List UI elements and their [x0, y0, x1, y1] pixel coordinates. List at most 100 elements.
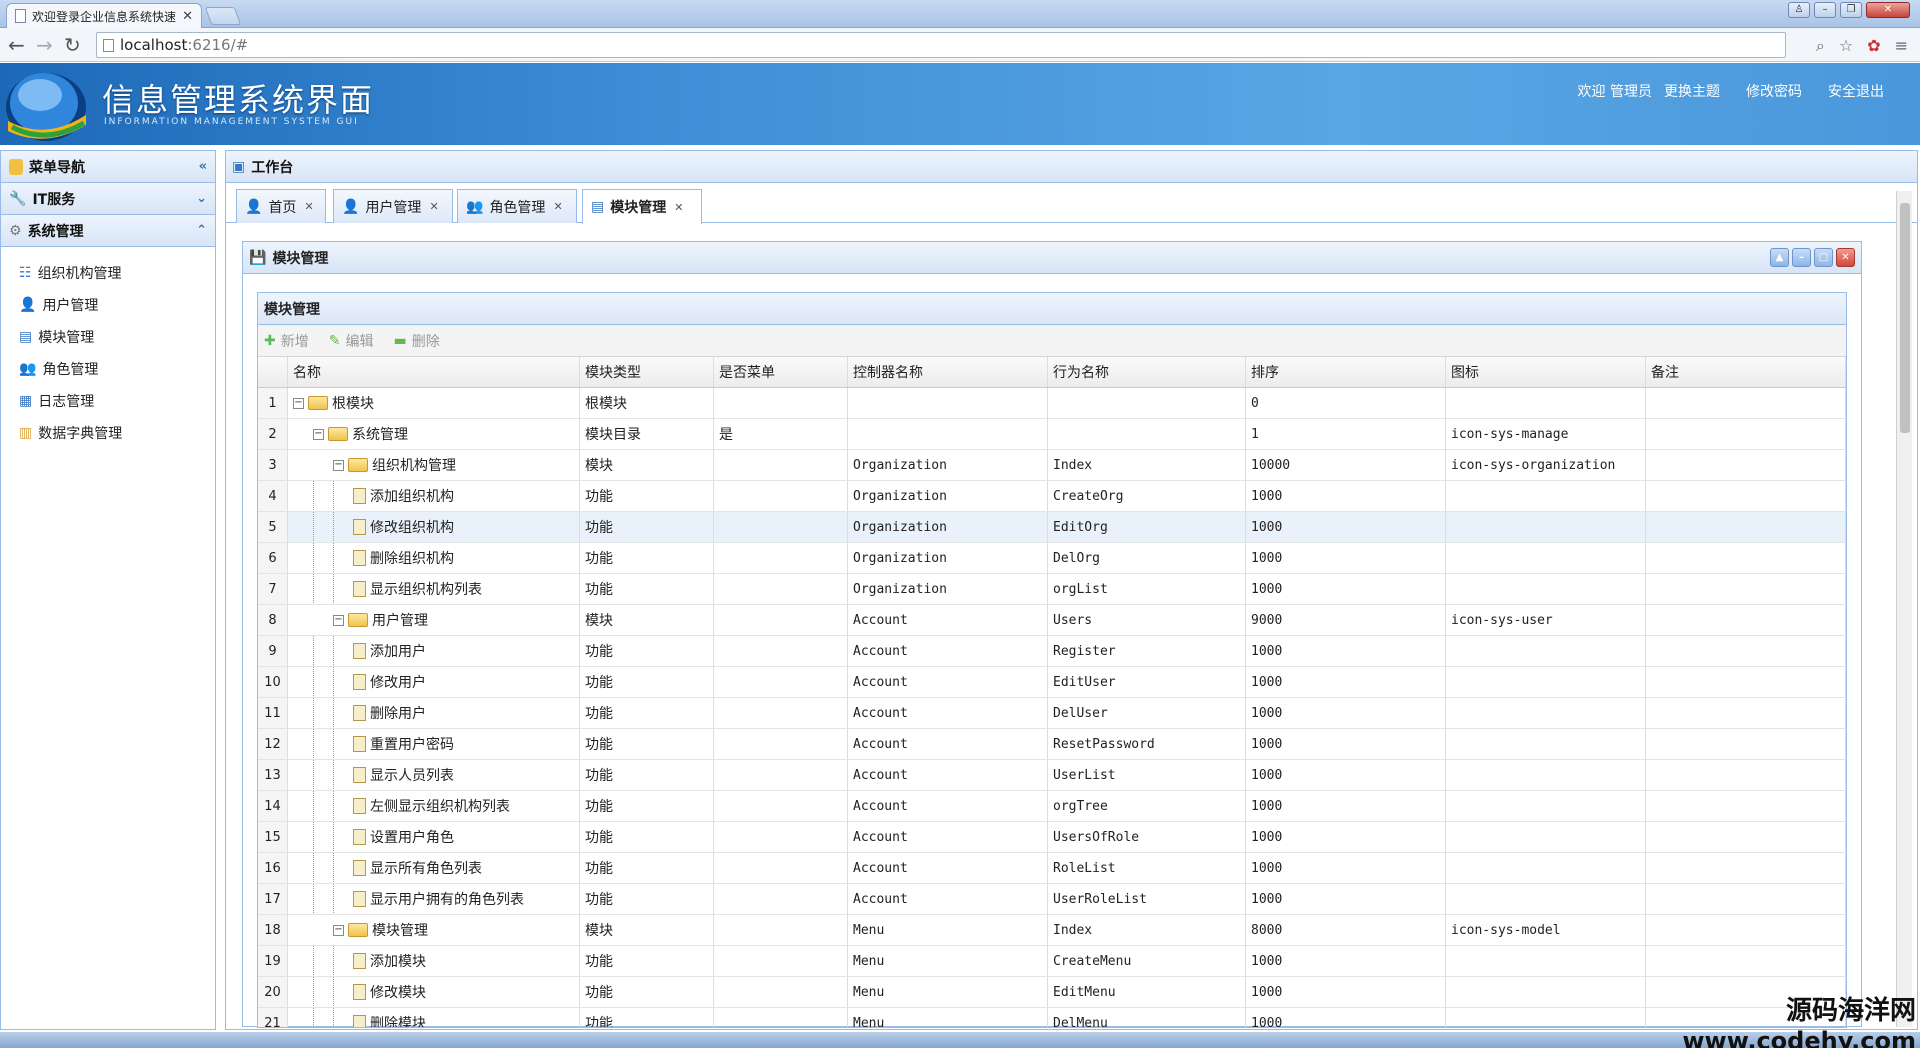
collapse-toggle-icon[interactable]: −	[333, 614, 344, 626]
change-password-link[interactable]: 修改密码	[1746, 81, 1802, 101]
minimize-icon[interactable]: –	[1814, 2, 1836, 18]
collapse-toggle-icon[interactable]: −	[293, 397, 304, 409]
cell-remark	[1646, 388, 1846, 418]
table-row[interactable]: 16 显示所有角色列表 功能 Account RoleList 1000	[258, 853, 1846, 884]
table-row[interactable]: 1− 根模块 根模块 0	[258, 388, 1846, 419]
address-bar: ← → ↻ localhost:6216/# ⌕ ☆ ✿ ≡	[0, 28, 1920, 62]
edit-button[interactable]: ✎ 编辑	[329, 331, 374, 351]
column-header[interactable]: 模块类型	[580, 357, 714, 387]
table-row[interactable]: 13 显示人员列表 功能 Account UserList 1000	[258, 760, 1846, 791]
cell-sort: 1000	[1246, 543, 1446, 573]
table-row[interactable]: 14 左侧显示组织机构列表 功能 Account orgTree 1000	[258, 791, 1846, 822]
cell-type: 功能	[580, 853, 714, 883]
collapse-left-icon[interactable]: «	[199, 159, 207, 174]
column-header[interactable]: 排序	[1246, 357, 1446, 387]
menu-item-roles[interactable]: 👥 角色管理	[19, 353, 215, 385]
welcome-user: 欢迎 管理员	[1577, 84, 1652, 100]
column-header[interactable]: 行为名称	[1048, 357, 1246, 387]
cell-sort: 1000	[1246, 977, 1446, 1007]
cell-icon	[1446, 543, 1646, 573]
extension-icon[interactable]: ✿	[1867, 36, 1880, 56]
minimize-panel-icon[interactable]: –	[1792, 248, 1811, 267]
close-window-icon[interactable]: ✕	[1866, 2, 1910, 18]
module-name: 用户管理	[372, 613, 428, 629]
vertical-scrollbar[interactable]	[1896, 191, 1912, 1027]
menu-item-logs[interactable]: ▦ 日志管理	[19, 385, 215, 417]
menu-icon[interactable]: ≡	[1895, 36, 1908, 56]
chevron-up-icon[interactable]: ⌃	[196, 223, 207, 238]
zoom-icon[interactable]: ⌕	[1816, 36, 1825, 56]
forward-icon[interactable]: →	[36, 34, 53, 56]
delete-button[interactable]: ▬ 删除	[393, 331, 439, 351]
cell-type: 根模块	[580, 388, 714, 418]
table-row[interactable]: 7 显示组织机构列表 功能 Organization orgList 1000	[258, 574, 1846, 605]
add-label: 新增	[280, 333, 309, 350]
url-host: localhost	[120, 36, 188, 54]
collapse-toggle-icon[interactable]: −	[313, 428, 324, 440]
menu-item-modules[interactable]: ▤ 模块管理	[19, 321, 215, 353]
tab-home[interactable]: 👤 首页 ✕	[236, 189, 326, 223]
user-icon[interactable]: ♙	[1788, 2, 1810, 18]
table-row[interactable]: 21 删除模块 功能 Menu DelMenu 1000	[258, 1008, 1846, 1027]
column-header[interactable]: 图标	[1446, 357, 1646, 387]
tree-indent	[333, 853, 349, 883]
tree-indent	[313, 884, 329, 914]
table-row[interactable]: 9 添加用户 功能 Account Register 1000	[258, 636, 1846, 667]
bookmark-star-icon[interactable]: ☆	[1839, 36, 1853, 56]
table-row[interactable]: 8 − 用户管理 模块 Account Users 9000 icon-sys-user	[258, 605, 1846, 636]
new-tab-button[interactable]	[204, 7, 242, 25]
table-row[interactable]: 12 重置用户密码 功能 Account ResetPassword 1000	[258, 729, 1846, 760]
table-row[interactable]: 15 设置用户角色 功能 Account UsersOfRole 1000	[258, 822, 1846, 853]
table-row[interactable]: 18 − 模块管理 模块 Menu Index 8000 icon-sys-model	[258, 915, 1846, 946]
collapse-toggle-icon[interactable]: −	[333, 459, 344, 471]
tab-module-manage[interactable]: ▤ 模块管理 ✕	[582, 189, 702, 224]
section-it-service[interactable]: 🔧 IT服务 ⌄	[1, 183, 215, 215]
column-header[interactable]: 名称	[288, 357, 580, 387]
add-button[interactable]: ✚ 新增	[264, 331, 309, 351]
menu-item-users[interactable]: 👤 用户管理	[19, 289, 215, 321]
column-header[interactable]: 备注	[1646, 357, 1846, 387]
cell-ctrl: Account	[848, 853, 1048, 883]
table-row[interactable]: 17 显示用户拥有的角色列表 功能 Account UserRoleList 1000	[258, 884, 1846, 915]
tree-cell: 显示用户拥有的角色列表	[288, 884, 580, 914]
table-row[interactable]: 6 删除组织机构 功能 Organization DelOrg 1000	[258, 543, 1846, 574]
table-row[interactable]: 5 修改组织机构 功能 Organization EditOrg 1000	[258, 512, 1846, 543]
scrollbar-thumb[interactable]	[1900, 203, 1910, 433]
table-row[interactable]: 2 − 系统管理 模块目录是 1 icon-sys-manage	[258, 419, 1846, 450]
table-row[interactable]: 10 修改用户 功能 Account EditUser 1000	[258, 667, 1846, 698]
file-icon	[353, 736, 366, 752]
module-name: 修改用户	[370, 675, 426, 691]
table-row[interactable]: 4 添加组织机构 功能 Organization CreateOrg 1000	[258, 481, 1846, 512]
table-row[interactable]: 11 删除用户 功能 Account DelUser 1000	[258, 698, 1846, 729]
reload-icon[interactable]: ↻	[64, 34, 81, 56]
collapse-panel-icon[interactable]: ▲	[1770, 248, 1789, 267]
column-header[interactable]: 是否菜单	[714, 357, 848, 387]
tab-user-manage[interactable]: 👤 用户管理 ✕	[333, 189, 453, 223]
table-row[interactable]: 3 − 组织机构管理 模块 Organization Index 10000 icon-sys…	[258, 450, 1846, 481]
close-tab-icon[interactable]: ✕	[674, 201, 683, 214]
grid-title: 模块管理	[258, 293, 1846, 325]
logout-link[interactable]: 安全退出	[1828, 81, 1884, 101]
page-icon	[15, 9, 26, 23]
section-system-manage[interactable]: ⚙ 系统管理 ⌃	[1, 215, 215, 247]
close-tab-icon[interactable]: ✕	[429, 200, 438, 213]
table-row[interactable]: 20 修改模块 功能 Menu EditMenu 1000	[258, 977, 1846, 1008]
collapse-toggle-icon[interactable]: −	[333, 924, 344, 936]
column-header[interactable]: 控制器名称	[848, 357, 1048, 387]
back-icon[interactable]: ←	[8, 34, 25, 56]
table-row[interactable]: 19 添加模块 功能 Menu CreateMenu 1000	[258, 946, 1846, 977]
restore-icon[interactable]: ❐	[1840, 2, 1862, 18]
tree-indent	[333, 946, 349, 976]
chevron-down-icon[interactable]: ⌄	[196, 191, 207, 206]
url-input[interactable]: localhost:6216/#	[96, 32, 1786, 58]
close-tab-icon[interactable]: ✕	[182, 9, 193, 24]
menu-item-dictionary[interactable]: ▥ 数据字典管理	[19, 417, 215, 449]
tab-role-manage[interactable]: 👥 角色管理 ✕	[457, 189, 577, 223]
close-tab-icon[interactable]: ✕	[304, 200, 313, 213]
close-panel-icon[interactable]: ✕	[1836, 248, 1855, 267]
maximize-panel-icon[interactable]: □	[1814, 248, 1833, 267]
change-theme-link[interactable]: 更换主题	[1664, 81, 1720, 101]
close-tab-icon[interactable]: ✕	[553, 200, 562, 213]
browser-tab[interactable]: 欢迎登录企业信息系统快速 ✕	[6, 3, 202, 28]
menu-item-organization[interactable]: ☷ 组织机构管理	[19, 257, 215, 289]
